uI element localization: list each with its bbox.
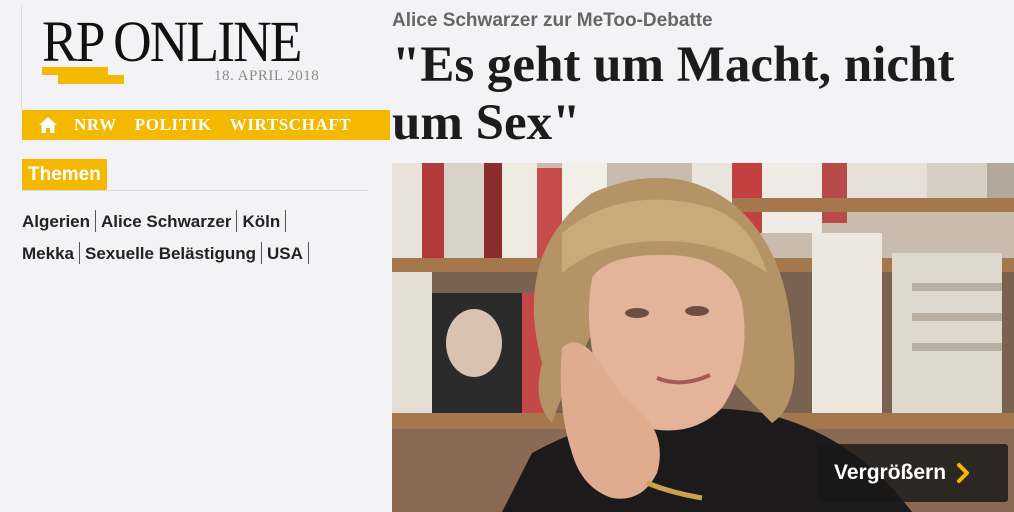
tag-separator	[236, 210, 238, 232]
chevron-right-icon	[957, 463, 970, 483]
nav-item-nrw[interactable]: NRW	[74, 115, 117, 135]
tag-separator	[285, 210, 287, 232]
tag-separator	[95, 210, 97, 232]
nav-item-wirtschaft[interactable]: WIRTSCHAFT	[230, 115, 352, 135]
logo-date: 18. APRIL 2018	[214, 68, 320, 84]
tag-separator	[260, 242, 262, 264]
tag-link-usa[interactable]: USA	[267, 239, 303, 267]
tag-link-alice-schwarzer[interactable]: Alice Schwarzer	[101, 207, 231, 235]
enlarge-label: Vergrößern	[834, 461, 947, 484]
themen-heading: Themen	[22, 159, 107, 190]
main-nav: NRW POLITIK WIRTSCHAFT	[22, 110, 390, 140]
tag-link-algerien[interactable]: Algerien	[22, 207, 90, 235]
tag-link-koeln[interactable]: Köln	[242, 207, 280, 235]
home-icon	[39, 117, 57, 133]
tag-row: Algerien Alice Schwarzer Köln	[22, 206, 372, 236]
tag-link-mekka[interactable]: Mekka	[22, 239, 74, 267]
tag-link-sexuelle-belaestigung[interactable]: Sexuelle Belästigung	[85, 239, 256, 267]
left-divider	[21, 6, 22, 110]
article-kicker: Alice Schwarzer zur MeToo-Debatte	[392, 10, 713, 31]
logo-wordmark: RP ONLINE	[42, 9, 302, 74]
site-logo[interactable]: RP ONLINE 18. APRIL 2018	[42, 12, 342, 92]
nav-home-button[interactable]	[22, 110, 74, 140]
tag-row: Mekka Sexuelle Belästigung USA	[22, 238, 372, 268]
tag-separator	[78, 242, 80, 264]
nav-item-politik[interactable]: POLITIK	[135, 115, 212, 135]
tag-separator	[307, 242, 309, 264]
article-headline: "Es geht um Macht, nicht um Sex"	[392, 37, 955, 151]
logo-underline-mark	[42, 67, 124, 85]
topic-tag-list: Algerien Alice Schwarzer Köln Mekka Sexu…	[22, 206, 372, 270]
themen-divider	[22, 190, 368, 191]
enlarge-photo-button[interactable]: Vergrößern	[818, 444, 1008, 502]
